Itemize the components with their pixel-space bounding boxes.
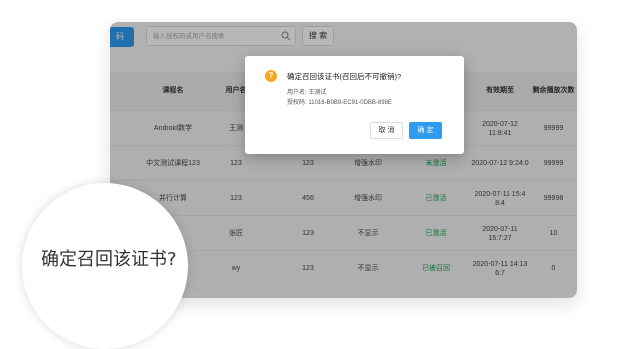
cancel-button[interactable]: 取 消 xyxy=(370,122,403,139)
magnifier-callout: 确定召回该证书? xyxy=(22,183,188,349)
recall-confirm-dialog: ? 确定召回该证书(召回后不可撤销)? 用户名: 王测试 授权码: 11016-… xyxy=(245,56,464,154)
dialog-title: 确定召回该证书(召回后不可撤销)? xyxy=(287,72,402,81)
dialog-user-line: 用户名: 王测试 xyxy=(287,90,327,96)
dialog-code-line: 授权码: 11016-B0B9-EC91-0DBB-898E xyxy=(287,100,392,106)
magnifier-text: 确定召回该证书? xyxy=(41,249,177,270)
warning-icon: ? xyxy=(265,70,277,82)
confirm-button[interactable]: 确 定 xyxy=(409,122,442,139)
